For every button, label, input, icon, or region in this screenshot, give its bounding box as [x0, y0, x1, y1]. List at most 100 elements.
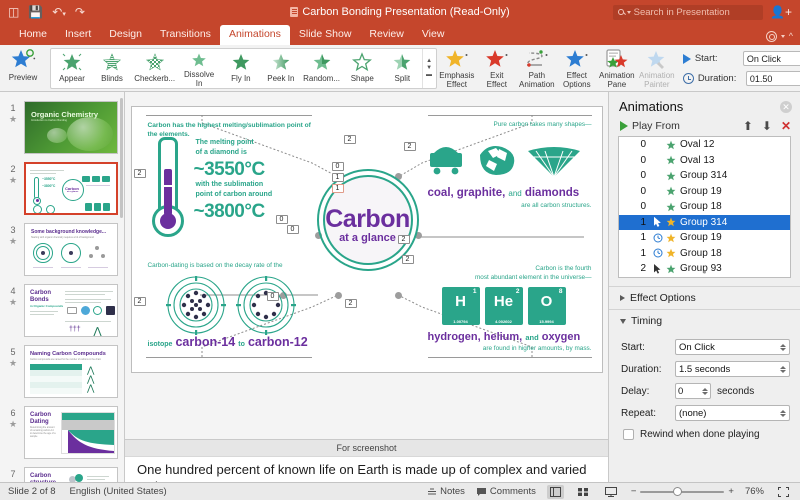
- timing-start-dropdown[interactable]: On Click: [675, 339, 790, 355]
- tab-animations[interactable]: Animations: [220, 25, 290, 45]
- gallery-item-peek-in[interactable]: Peek In: [261, 49, 301, 88]
- timing-repeat-dropdown[interactable]: (none): [675, 405, 790, 421]
- timing-duration-stepper[interactable]: [780, 366, 786, 373]
- thumbnail-image[interactable]: Organic Chemistry Introduction to Carbon…: [24, 101, 118, 154]
- effect-options-section[interactable]: Effect Options: [609, 286, 800, 309]
- animation-tag[interactable]: 0: [332, 162, 344, 171]
- animation-star-icon[interactable]: ★: [2, 114, 24, 125]
- animation-tag[interactable]: 2: [398, 235, 410, 244]
- normal-view-icon[interactable]: [547, 485, 564, 499]
- animation-row[interactable]: 0 Group 314: [619, 168, 790, 184]
- save-icon[interactable]: 💾: [28, 6, 43, 18]
- gallery-item-shape[interactable]: Shape: [342, 49, 382, 88]
- zoom-out-button[interactable]: −: [631, 486, 637, 497]
- tab-slide-show[interactable]: Slide Show: [290, 25, 361, 45]
- fit-slide-icon[interactable]: [775, 485, 792, 499]
- timing-repeat-stepper[interactable]: [780, 410, 786, 417]
- undo-icon[interactable]: ↶▾: [52, 6, 66, 18]
- thumbnail-scrollbar[interactable]: [120, 98, 123, 218]
- thumbnail-image[interactable]: Carbon structure: [24, 467, 118, 482]
- thumbnail-slide-5[interactable]: 5 ★ Naming Carbon Compounds Carbon compo…: [0, 341, 124, 402]
- thumbnail-slide-3[interactable]: 3 ★ Some background knowledge... Startin…: [0, 219, 124, 280]
- thumbnail-slide-7[interactable]: 7 Carbon structure: [0, 463, 124, 482]
- animation-tag[interactable]: 2: [402, 255, 414, 264]
- tab-transitions[interactable]: Transitions: [151, 25, 220, 45]
- animation-row[interactable]: 1 Group 18: [619, 246, 790, 262]
- rewind-checkbox[interactable]: [623, 429, 634, 440]
- thumbnail-image[interactable]: Naming Carbon Compounds Carbon compounds…: [24, 345, 118, 398]
- timing-delay-stepper[interactable]: [702, 388, 708, 395]
- emphasis-effect-button[interactable]: Emphasis Effect: [437, 46, 477, 91]
- close-icon[interactable]: ✕: [780, 101, 792, 113]
- account-icon[interactable]: [766, 31, 777, 42]
- gallery-item-split[interactable]: Split: [382, 49, 422, 88]
- animation-row[interactable]: 1 Group 19: [619, 230, 790, 246]
- animation-row[interactable]: 2 Group 229: [619, 277, 790, 279]
- presenter-view-icon[interactable]: [603, 485, 620, 499]
- redo-icon[interactable]: ↷: [75, 6, 85, 18]
- animation-tag[interactable]: 0: [287, 225, 299, 234]
- animation-painter-button[interactable]: Animation Painter: [637, 46, 677, 91]
- animation-tag[interactable]: 2: [134, 169, 146, 178]
- animation-row[interactable]: 0 Oval 12: [619, 137, 790, 153]
- list-scroll-indicator[interactable]: ●: [702, 269, 706, 276]
- tab-home[interactable]: Home: [10, 25, 56, 45]
- exit-effect-button[interactable]: Exit Effect: [477, 46, 517, 91]
- thumbnail-image[interactable]: Carbon Bonds in Organic Compounds ††† ⋀: [24, 284, 118, 337]
- animation-tag[interactable]: 0: [267, 292, 279, 301]
- gallery-item-checkerboard[interactable]: Checkerb...: [132, 49, 177, 88]
- notes-pane[interactable]: One hundred percent of known life on Ear…: [125, 456, 608, 482]
- gallery-more-icon[interactable]: ▬: [426, 73, 432, 78]
- chevron-down-icon[interactable]: [781, 35, 785, 38]
- gallery-item-appear[interactable]: Appear: [52, 49, 92, 88]
- animation-row[interactable]: 0 Group 19: [619, 184, 790, 200]
- animation-star-icon[interactable]: ★: [2, 419, 24, 430]
- gallery-scroll-controls[interactable]: ▲ ▼ ▬: [422, 49, 435, 88]
- share-icon[interactable]: 👤+: [770, 5, 792, 19]
- preview-button[interactable]: Preview: [0, 46, 46, 91]
- animation-tag[interactable]: 2: [134, 297, 146, 306]
- play-icon[interactable]: [683, 54, 691, 64]
- animation-tag[interactable]: 2: [404, 142, 416, 151]
- slide-sorter-icon[interactable]: [575, 485, 592, 499]
- timing-section-header[interactable]: Timing: [609, 309, 800, 332]
- gallery-item-random[interactable]: Random...: [301, 49, 342, 88]
- duration-field[interactable]: 01.50: [746, 71, 800, 86]
- thumbnail-slide-2[interactable]: 2 ★ ~3550°C ~3800°C Carbon at a glance: [0, 158, 124, 219]
- path-animation-button[interactable]: Path Animation: [517, 46, 557, 91]
- animation-tag[interactable]: 2: [344, 135, 356, 144]
- animation-tag[interactable]: 0: [276, 215, 288, 224]
- tab-insert[interactable]: Insert: [56, 25, 100, 45]
- effect-options-button[interactable]: Effect Options: [557, 46, 597, 91]
- sidebar-toggle-icon[interactable]: ◫: [8, 6, 19, 18]
- animation-star-icon[interactable]: ★: [2, 358, 24, 369]
- zoom-track[interactable]: [640, 491, 724, 493]
- thumbnail-slide-1[interactable]: 1 ★ Organic Chemistry Introduction to Ca…: [0, 97, 124, 158]
- gallery-scroll-up-icon[interactable]: ▲: [426, 59, 432, 64]
- language-indicator[interactable]: English (United States): [70, 486, 167, 497]
- animation-tag[interactable]: 2: [345, 299, 357, 308]
- tab-design[interactable]: Design: [100, 25, 151, 45]
- gallery-scroll-down-icon[interactable]: ▼: [426, 66, 432, 71]
- thumbnail-image[interactable]: Some background knowledge... Starting wi…: [24, 223, 118, 276]
- animation-star-icon[interactable]: ★: [2, 236, 24, 247]
- slide-counter[interactable]: Slide 2 of 8: [8, 486, 56, 497]
- slide-thumbnail-panel[interactable]: 1 ★ Organic Chemistry Introduction to Ca…: [0, 92, 125, 482]
- zoom-in-button[interactable]: +: [728, 486, 734, 497]
- gallery-item-dissolve-in[interactable]: Dissolve In: [177, 49, 221, 88]
- animation-tag-selected[interactable]: 1: [332, 184, 344, 193]
- animation-row[interactable]: 0 Oval 13: [619, 153, 790, 169]
- delete-x-icon[interactable]: ✕: [781, 120, 791, 132]
- animation-star-icon[interactable]: ★: [2, 297, 24, 308]
- thumbnail-image[interactable]: Carbon Dating Determining the amount of …: [24, 406, 118, 459]
- animation-row[interactable]: 0 Group 18: [619, 199, 790, 215]
- zoom-slider[interactable]: − +: [631, 486, 734, 497]
- thumbnail-slide-6[interactable]: 6 ★ Carbon Dating Determining the amount…: [0, 402, 124, 463]
- timing-start-stepper[interactable]: [780, 344, 786, 351]
- search-dropdown-icon[interactable]: [627, 11, 631, 14]
- arrow-up-icon[interactable]: ⬆: [743, 120, 753, 132]
- timing-delay-field[interactable]: 0: [675, 383, 711, 399]
- tab-view[interactable]: View: [413, 25, 454, 45]
- zoom-level[interactable]: 76%: [745, 486, 764, 497]
- timing-duration-dropdown[interactable]: 1.5 seconds: [675, 361, 790, 377]
